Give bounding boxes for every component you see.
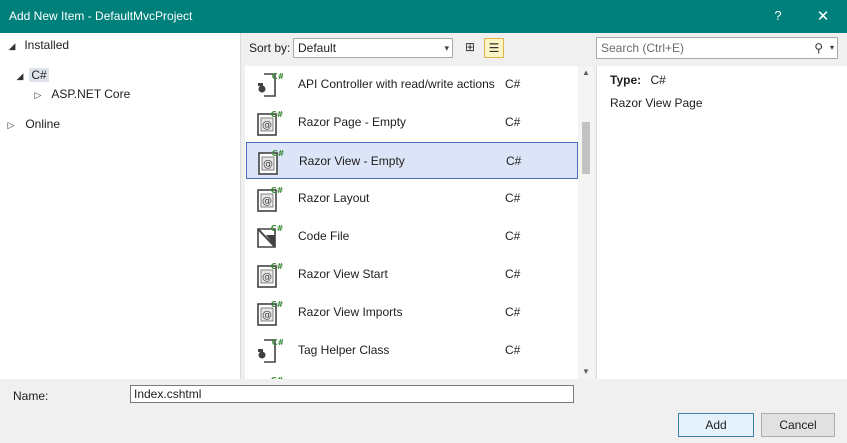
- razor-icon: @C#: [256, 148, 285, 176]
- tree-item-label: Installed: [24, 38, 70, 52]
- type-line: Type: C#: [610, 73, 666, 87]
- template-item-name: Razor Layout: [298, 191, 370, 205]
- template-item-language: C#: [505, 115, 521, 129]
- template-item-language: C#: [505, 191, 521, 205]
- razor-icon: @C#: [255, 299, 284, 327]
- template-item[interactable]: @ C# Razor Page - Empty C#: [246, 104, 578, 141]
- tree-item-label: ASP.NET Core: [51, 87, 131, 101]
- template-item-name: Razor View Start: [298, 267, 388, 281]
- tree-item-csharp[interactable]: ◢ C#: [0, 65, 240, 85]
- controller-icon: C#: [255, 71, 285, 99]
- scroll-up-icon[interactable]: ▲: [578, 66, 594, 80]
- tree-item-label: Online: [25, 117, 61, 131]
- template-item[interactable]: @ C# Razor View Imports C#: [246, 294, 578, 331]
- scroll-down-icon[interactable]: ▼: [578, 365, 594, 379]
- controller-icon: C#: [255, 337, 285, 365]
- help-button[interactable]: ?: [771, 8, 785, 23]
- template-item-name: Code File: [298, 229, 350, 243]
- template-item[interactable]: @ C# Razor View Start C#: [246, 256, 578, 293]
- template-tree: ◢ Installed ◢ C# ▷ ASP.NET Core ▷ Online: [0, 33, 241, 379]
- template-list: C# API Controller with read/write actions…: [245, 66, 594, 379]
- template-item-name: Razor View - Empty: [299, 154, 405, 168]
- svg-text:C#: C#: [272, 149, 284, 158]
- template-item[interactable]: C# Tag Helper Class C#: [246, 332, 578, 369]
- template-item-language: C#: [505, 77, 521, 91]
- tree-item-aspnet-core[interactable]: ▷ ASP.NET Core: [0, 84, 240, 104]
- item-description: Razor View Page: [610, 96, 703, 110]
- svg-text:C#: C#: [271, 300, 283, 309]
- svg-text:C#: C#: [271, 186, 283, 195]
- razor-icon: @C#: [255, 109, 284, 137]
- template-item-name: Tag Helper Class: [298, 343, 390, 357]
- svg-text:@: @: [262, 272, 272, 283]
- list-view-button[interactable]: ☰: [484, 38, 504, 58]
- template-item-name: Razor View Imports: [298, 305, 403, 319]
- sort-dropdown[interactable]: Default ▾: [293, 38, 453, 58]
- razor-icon: @C#: [255, 375, 284, 379]
- expanded-arrow-icon[interactable]: ◢: [6, 36, 18, 56]
- type-value: C#: [650, 73, 666, 87]
- template-item[interactable]: C# API Controller with read/write actions…: [246, 66, 578, 103]
- svg-text:@: @: [263, 159, 273, 170]
- chevron-down-icon: ▾: [444, 43, 449, 53]
- cancel-button[interactable]: Cancel: [761, 413, 835, 437]
- svg-text:C#: C#: [272, 72, 283, 81]
- svg-text:C#: C#: [271, 224, 283, 233]
- svg-text:C#: C#: [271, 376, 283, 379]
- template-item-language: C#: [506, 154, 522, 168]
- close-button[interactable]: ✕: [816, 7, 830, 25]
- title-bar: Add New Item - DefaultMvcProject ? ✕: [0, 0, 847, 33]
- template-item-name: API Controller with read/write actions: [298, 77, 495, 91]
- tree-item-online[interactable]: ▷ Online: [0, 114, 240, 134]
- grid-icon: ⊞: [464, 40, 476, 54]
- svg-text:C#: C#: [271, 262, 283, 271]
- svg-text:C#: C#: [272, 338, 283, 347]
- name-field[interactable]: Index.cshtml: [130, 385, 574, 403]
- name-label: Name:: [13, 389, 49, 403]
- type-label: Type:: [610, 73, 642, 87]
- template-item-language: C#: [505, 305, 521, 319]
- list-scrollbar[interactable]: ▲ ▼: [578, 66, 594, 379]
- chevron-down-icon[interactable]: ▾: [830, 38, 834, 58]
- svg-text:@: @: [262, 120, 272, 131]
- window-title: Add New Item - DefaultMvcProject: [9, 9, 193, 23]
- svg-text:@: @: [262, 310, 272, 321]
- add-button[interactable]: Add: [678, 413, 754, 437]
- details-pane: Type: C# Razor View Page: [596, 66, 847, 379]
- collapsed-arrow-icon[interactable]: ▷: [5, 115, 17, 135]
- search-icon[interactable]: ⚲: [814, 38, 823, 58]
- razor-icon: @C#: [255, 261, 284, 289]
- tree-item-label: C#: [29, 68, 49, 82]
- template-item-partial[interactable]: @C#: [246, 370, 578, 379]
- template-item[interactable]: @ C# Razor View - Empty C#: [246, 142, 578, 179]
- sort-label: Sort by:: [249, 41, 291, 55]
- collapsed-arrow-icon[interactable]: ▷: [32, 85, 44, 105]
- template-item[interactable]: C# Code File C#: [246, 218, 578, 255]
- svg-text:C#: C#: [271, 110, 283, 119]
- list-icon: ☰: [488, 41, 500, 55]
- tree-item-installed[interactable]: ◢ Installed: [0, 35, 240, 55]
- search-input[interactable]: Search (Ctrl+E) ⚲ ▾: [596, 37, 838, 59]
- expanded-arrow-icon[interactable]: ◢: [14, 66, 26, 86]
- code-file-icon: C#: [255, 223, 284, 251]
- search-placeholder: Search (Ctrl+E): [601, 41, 685, 55]
- grid-view-button[interactable]: ⊞: [460, 38, 480, 58]
- template-item-name: Razor Page - Empty: [298, 115, 407, 129]
- template-item-language: C#: [505, 343, 521, 357]
- template-item-language: C#: [505, 229, 521, 243]
- razor-icon: @C#: [255, 185, 284, 213]
- sort-value: Default: [298, 41, 337, 55]
- svg-text:@: @: [262, 196, 272, 207]
- template-item[interactable]: @ C# Razor Layout C#: [246, 180, 578, 217]
- template-item-language: C#: [505, 267, 521, 281]
- scroll-thumb[interactable]: [582, 122, 590, 174]
